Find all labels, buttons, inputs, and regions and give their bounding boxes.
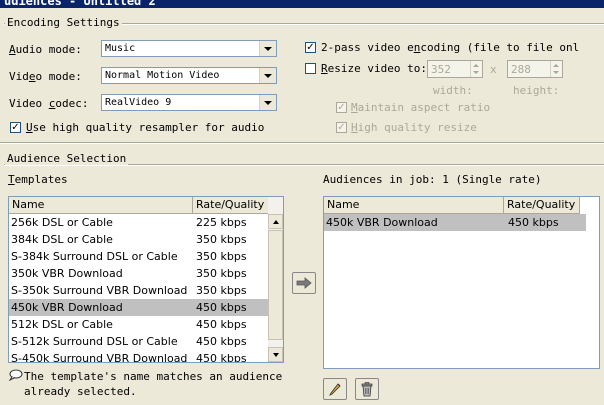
note-line-2: already selected.: [24, 385, 137, 398]
video-mode-select[interactable]: Normal Motion Video: [101, 67, 277, 84]
list-item-rate: 225 kbps: [196, 216, 247, 229]
list-item[interactable]: 384k DSL or Cable 350 kbps: [9, 231, 268, 248]
list-item-name: 450k VBR Download: [326, 216, 438, 229]
audience-group-title: Audience Selection: [5, 152, 129, 165]
video-codec-label: Video codec:: [9, 97, 89, 110]
width-spin-arrows[interactable]: [470, 61, 482, 77]
speech-bubble-icon: [8, 369, 23, 384]
list-item[interactable]: 512k DSL or Cable 450 kbps: [9, 316, 268, 333]
list-item-name: 384k DSL or Cable: [11, 233, 113, 246]
edit-audience-button[interactable]: [323, 378, 347, 400]
list-item-rate: 450 kbps: [196, 301, 247, 314]
list-item-name: 450k VBR Download: [11, 301, 123, 314]
templates-label: Templates: [8, 173, 68, 186]
jobs-label: Audiences in job: 1 (Single rate): [323, 173, 542, 186]
resize-label[interactable]: Resize video to:: [321, 62, 427, 75]
chevron-down-icon: [264, 73, 272, 78]
list-item-name: S-384k Surround DSL or Cable: [11, 250, 178, 263]
list-item[interactable]: 350k VBR Download 350 kbps: [9, 265, 268, 282]
arrow-up-icon: [272, 219, 279, 224]
scroll-thumb[interactable]: [268, 230, 283, 340]
list-item-rate: 350 kbps: [196, 267, 247, 280]
chevron-down-icon: [264, 46, 272, 51]
trash-icon: [361, 381, 373, 396]
width-spinner[interactable]: 352: [427, 60, 483, 78]
delete-audience-button[interactable]: [355, 378, 379, 400]
window-title: udiences - Untitled 2: [4, 0, 156, 8]
templates-header-name[interactable]: Name: [9, 197, 193, 214]
two-pass-checkbox[interactable]: ✓: [305, 42, 316, 53]
list-item-name: S-512k Surround DSL or Cable: [11, 335, 178, 348]
list-item[interactable]: 256k DSL or Cable 225 kbps: [9, 214, 268, 231]
encoding-group-title: Encoding Settings: [5, 16, 122, 29]
list-item-name: 256k DSL or Cable: [11, 216, 113, 229]
arrow-right-icon: [296, 277, 312, 289]
list-item[interactable]: S-350k Surround VBR Download 350 kbps: [9, 282, 268, 299]
list-item-rate: 350 kbps: [196, 233, 247, 246]
list-item-rate: 350 kbps: [196, 250, 247, 263]
video-mode-value: Normal Motion Video: [105, 70, 220, 81]
video-mode-dropdown-button[interactable]: [259, 68, 276, 83]
chevron-down-icon: [264, 100, 272, 105]
add-audience-button[interactable]: [292, 272, 316, 294]
video-mode-label: Video mode:: [9, 70, 82, 83]
note-line-1: The template's name matches an audience: [24, 370, 283, 383]
hq-resampler-label[interactable]: Use high quality resampler for audio: [26, 121, 264, 134]
video-codec-select[interactable]: RealVideo 9: [101, 94, 277, 111]
list-item-rate: 450 kbps: [196, 335, 247, 348]
templates-scrollbar[interactable]: [268, 197, 283, 362]
height-spinner[interactable]: 288: [507, 60, 563, 78]
scroll-down-button[interactable]: [268, 347, 283, 362]
hq-resize-label[interactable]: High quality resize: [351, 121, 477, 134]
list-item[interactable]: S-450k Surround VBR Download 450 kbps: [9, 350, 268, 363]
jobs-header-rate[interactable]: Rate/Quality: [504, 197, 580, 214]
list-item-rate: 450 kbps: [508, 216, 559, 229]
width-value: 352: [431, 63, 451, 76]
audio-mode-label: Audio mode:: [9, 43, 82, 56]
size-separator: x: [490, 63, 497, 76]
list-item-name: S-350k Surround VBR Download: [11, 284, 188, 297]
templates-header-rate[interactable]: Rate/Quality: [193, 197, 269, 214]
pencil-icon: [329, 383, 341, 396]
templates-list[interactable]: Name Rate/Quality 256k DSL or Cable 225 k…: [8, 196, 284, 363]
jobs-header-name[interactable]: Name: [324, 197, 504, 214]
list-item-name: S-450k Surround VBR Download: [11, 352, 188, 363]
list-item-rate: 450 kbps: [196, 318, 247, 331]
hq-resampler-checkbox[interactable]: ✓: [10, 122, 21, 133]
maintain-aspect-checkbox[interactable]: ✓: [336, 102, 347, 113]
audio-mode-dropdown-button[interactable]: [259, 41, 276, 56]
list-item[interactable]: 450k VBR Download 450 kbps: [324, 214, 586, 231]
scroll-up-button[interactable]: [268, 214, 283, 229]
section-divider: [0, 142, 604, 144]
height-label: height:: [513, 84, 560, 97]
list-item-rate: 450 kbps: [196, 352, 247, 363]
jobs-list[interactable]: Name Rate/Quality 450k VBR Download 450 k…: [323, 196, 600, 369]
arrow-down-icon: [272, 352, 279, 357]
list-item[interactable]: S-512k Surround DSL or Cable 450 kbps: [9, 333, 268, 350]
list-item-rate: 350 kbps: [196, 284, 247, 297]
video-codec-value: RealVideo 9: [105, 97, 172, 108]
resize-checkbox[interactable]: [305, 63, 316, 74]
audio-mode-select[interactable]: Music: [101, 40, 277, 57]
list-item[interactable]: S-384k Surround DSL or Cable 350 kbps: [9, 248, 268, 265]
list-item-name: 512k DSL or Cable: [11, 318, 113, 331]
height-spin-arrows[interactable]: [550, 61, 562, 77]
maintain-aspect-label[interactable]: Maintain aspect ratio: [351, 101, 490, 114]
list-item[interactable]: 450k VBR Download 450 kbps: [9, 299, 268, 316]
title-bar: udiences - Untitled 2: [0, 0, 604, 8]
video-codec-dropdown-button[interactable]: [259, 95, 276, 110]
audio-mode-value: Music: [105, 43, 136, 54]
height-value: 288: [511, 63, 531, 76]
hq-resize-checkbox[interactable]: ✓: [336, 122, 347, 133]
two-pass-label[interactable]: 2-pass video encoding (file to file onl: [321, 41, 579, 54]
list-item-name: 350k VBR Download: [11, 267, 123, 280]
width-label: width:: [433, 84, 473, 97]
